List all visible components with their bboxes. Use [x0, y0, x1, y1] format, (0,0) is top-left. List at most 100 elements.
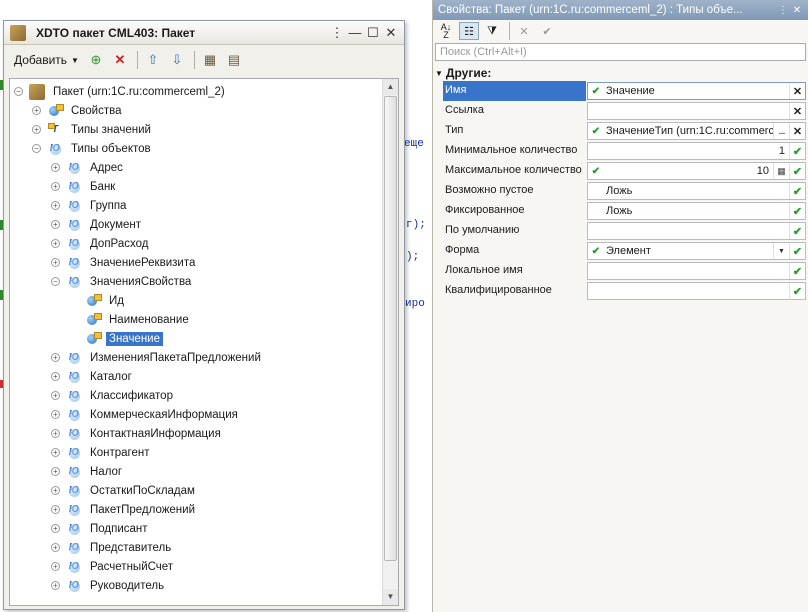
search-input[interactable]: [440, 46, 801, 58]
tree-node[interactable]: + Ю РасчетныйСчет: [51, 557, 176, 576]
tree-node[interactable]: + Ю КонтактнаяИнформация: [51, 424, 224, 443]
property-name[interactable]: Фиксированное: [443, 201, 586, 221]
property-name[interactable]: По умолчанию: [443, 221, 586, 241]
scroll-down-icon[interactable]: ▼: [383, 589, 398, 605]
property-name[interactable]: Минимальное количество: [443, 141, 586, 161]
delete-icon[interactable]: ✕: [109, 49, 131, 71]
property-value-field[interactable]: ✔ 10 ▦ ✔: [587, 162, 806, 180]
maximize-icon[interactable]: ☐: [364, 24, 382, 42]
calculator-icon[interactable]: ▦: [773, 163, 789, 179]
expand-icon[interactable]: +: [51, 372, 60, 381]
tree-node[interactable]: − Пакет (urn:1C.ru:commerceml_2): [14, 82, 228, 101]
export-package-icon[interactable]: ▤: [223, 49, 245, 71]
expand-icon[interactable]: +: [32, 125, 41, 134]
confirm-check-icon[interactable]: ✔: [789, 143, 805, 159]
property-value-field[interactable]: ✔ ЗначениеТип (urn:1C.ru:commerce... ✕: [587, 122, 806, 140]
tree-node[interactable]: + Ю Руководитель: [51, 576, 167, 595]
expand-icon[interactable]: +: [51, 467, 60, 476]
tree-node[interactable]: + Ю Представитель: [51, 538, 174, 557]
clear-icon[interactable]: ✕: [789, 83, 805, 99]
property-value-field[interactable]: ✔ Значение ✕: [587, 82, 806, 100]
tree-node[interactable]: + Ю ПакетПредложений: [51, 500, 198, 519]
confirm-check-icon[interactable]: ✔: [789, 283, 805, 299]
property-name[interactable]: Имя: [443, 81, 586, 101]
expand-icon[interactable]: +: [51, 410, 60, 419]
collapse-icon[interactable]: −: [32, 144, 41, 153]
property-name[interactable]: Квалифицированное: [443, 281, 586, 301]
clear-icon[interactable]: ✕: [789, 123, 805, 139]
tree-node[interactable]: − Ю Типы объектов: [32, 139, 154, 158]
clear-icon[interactable]: ✕: [789, 103, 805, 119]
cancel-icon[interactable]: ✕: [514, 22, 534, 40]
confirm-check-icon[interactable]: ✔: [789, 203, 805, 219]
filter-icon[interactable]: ⧩: [482, 22, 502, 40]
minimize-icon[interactable]: —: [346, 24, 364, 42]
property-value-field[interactable]: ✔ Элемент ▼ ✔: [587, 242, 806, 260]
expand-icon[interactable]: +: [51, 258, 60, 267]
expand-icon[interactable]: +: [51, 353, 60, 362]
add-item-icon[interactable]: ⊕: [85, 49, 107, 71]
property-name[interactable]: Форма: [443, 241, 586, 261]
properties-titlebar[interactable]: Свойства: Пакет (urn:1C.ru:commerceml_2)…: [433, 0, 808, 20]
expand-icon[interactable]: +: [51, 562, 60, 571]
property-name[interactable]: Ссылка: [443, 101, 586, 121]
property-value-field[interactable]: 1 ✔: [587, 142, 806, 160]
tree-node[interactable]: Значение: [70, 329, 163, 348]
expand-icon[interactable]: +: [51, 505, 60, 514]
more-icon[interactable]: ⋮: [776, 5, 790, 16]
tree-node[interactable]: + Ю Каталог: [51, 367, 135, 386]
tree-node[interactable]: + Ю Группа: [51, 196, 129, 215]
tree-node[interactable]: + Ю ИзмененияПакетаПредложений: [51, 348, 264, 367]
expand-icon[interactable]: +: [51, 239, 60, 248]
confirm-check-icon[interactable]: ✔: [789, 223, 805, 239]
expand-icon[interactable]: +: [51, 448, 60, 457]
scrollbar-thumb[interactable]: [384, 96, 397, 561]
property-value-field[interactable]: Ложь ✔: [587, 202, 806, 220]
scroll-up-icon[interactable]: ▲: [383, 79, 398, 95]
more-icon[interactable]: ⋮: [328, 24, 346, 42]
confirm-check-icon[interactable]: ✔: [789, 243, 805, 259]
property-name[interactable]: Тип: [443, 121, 586, 141]
collapse-icon[interactable]: −: [14, 87, 23, 96]
expand-icon[interactable]: +: [51, 391, 60, 400]
property-name[interactable]: Максимальное количество: [443, 161, 586, 181]
tree-node[interactable]: + Ю ДопРасход: [51, 234, 151, 253]
check-package-icon[interactable]: ▦: [199, 49, 221, 71]
expand-icon[interactable]: +: [32, 106, 41, 115]
property-name[interactable]: Локальное имя: [443, 261, 586, 281]
confirm-check-icon[interactable]: ✔: [789, 263, 805, 279]
apply-icon[interactable]: ✔: [537, 22, 557, 40]
tree-node[interactable]: + Ю ЗначениеРеквизита: [51, 253, 198, 272]
group-header-other[interactable]: ▼ Другие:: [435, 65, 491, 81]
close-icon[interactable]: ✕: [790, 5, 804, 16]
xdto-window-titlebar[interactable]: XDTO пакет CML403: Пакет ⋮ — ☐ ✕: [4, 21, 404, 45]
property-value-field[interactable]: Ложь ✔: [587, 182, 806, 200]
add-menu-button[interactable]: Добавить ▼: [10, 49, 83, 71]
tree-scrollbar[interactable]: ▲ ▼: [382, 79, 398, 605]
confirm-check-icon[interactable]: ✔: [789, 163, 805, 179]
categorized-view-icon[interactable]: ☷: [459, 22, 479, 40]
expand-icon[interactable]: +: [51, 581, 60, 590]
tree-node[interactable]: + Ю Подписант: [51, 519, 151, 538]
tree-node[interactable]: Наименование: [70, 310, 192, 329]
confirm-check-icon[interactable]: ✔: [789, 183, 805, 199]
expand-icon[interactable]: +: [51, 182, 60, 191]
tree-node[interactable]: + Ю Банк: [51, 177, 118, 196]
properties-search-box[interactable]: [435, 43, 806, 61]
tree-node[interactable]: + Свойства: [32, 101, 125, 120]
expand-icon[interactable]: +: [51, 543, 60, 552]
tree-node[interactable]: + Ю Адрес: [51, 158, 126, 177]
tree-node[interactable]: − Ю ЗначенияСвойства: [51, 272, 194, 291]
expand-icon[interactable]: +: [51, 524, 60, 533]
tree-node[interactable]: + Ю Контрагент: [51, 443, 152, 462]
tree-node[interactable]: + Ю Классификатор: [51, 386, 176, 405]
dropdown-arrow-icon[interactable]: ▼: [773, 243, 789, 259]
property-value-field[interactable]: ✔: [587, 222, 806, 240]
tree-node[interactable]: + T Типы значений: [32, 120, 154, 139]
expand-icon[interactable]: +: [51, 201, 60, 210]
property-value-field[interactable]: ✕: [587, 102, 806, 120]
xdto-tree[interactable]: − Пакет (urn:1C.ru:commerceml_2) + Свойства…: [9, 78, 399, 606]
tree-node[interactable]: + Ю ОстаткиПоСкладам: [51, 481, 198, 500]
property-name[interactable]: Возможно пустое: [443, 181, 586, 201]
property-value-field[interactable]: ✔: [587, 282, 806, 300]
